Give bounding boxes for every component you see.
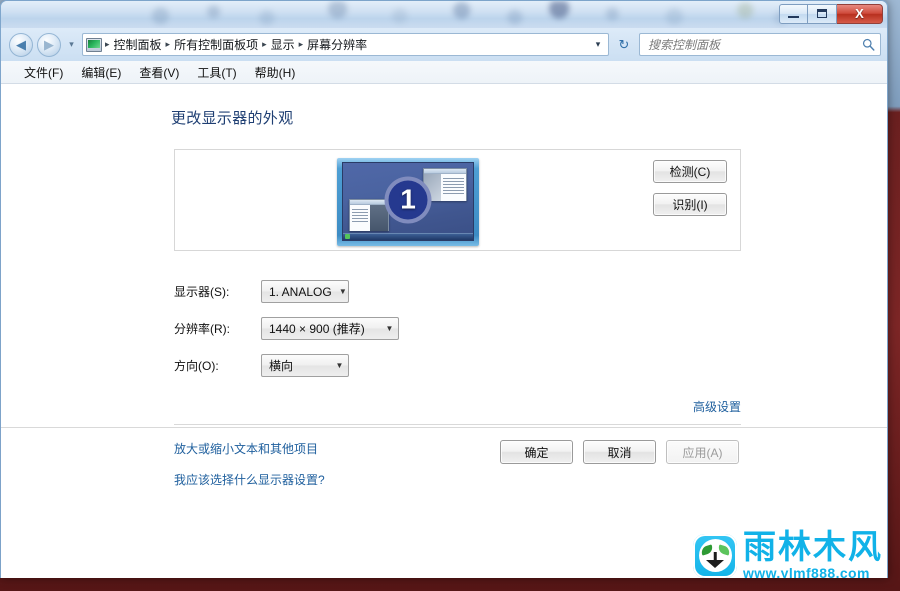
watermark: 雨林木风 www.ylmf888.com [685,524,887,578]
start-button-icon [345,234,350,239]
minimize-button[interactable] [779,3,808,24]
settings-form: 显示器(S): 1. ANALOG ▼ 分辨率(R): 1440 × 900 (… [174,273,887,384]
window-controls: X [779,3,883,24]
menu-bar: 文件(F) 编辑(E) 查看(V) 工具(T) 帮助(H) [1,61,887,84]
close-button[interactable]: X [837,3,883,24]
orientation-row: 方向(O): 横向 ▼ [174,347,887,384]
identify-button[interactable]: 识别(I) [653,193,727,216]
menu-help[interactable]: 帮助(H) [246,61,305,84]
monitor-preview-panel: 1 检测(C) 识别(I) [174,149,741,251]
divider [174,424,741,425]
chevron-down-icon: ▾ [69,39,74,49]
resolution-row: 分辨率(R): 1440 × 900 (推荐) ▼ [174,310,887,347]
search-input[interactable] [648,37,862,52]
chevron-down-icon: ▼ [385,324,394,333]
watermark-logo-icon [693,533,737,578]
display-select[interactable]: 1. ANALOG ▼ [261,280,349,303]
resolution-label: 分辨率(R): [174,322,230,336]
advanced-settings-row: 高级设置 [174,398,741,415]
maximize-button[interactable] [808,3,837,24]
display-row: 显示器(S): 1. ANALOG ▼ [174,273,887,310]
thumbnail-pane-left [350,205,370,231]
display-icon [86,37,102,52]
chevron-down-icon: ▼ [335,361,344,370]
thumbnail-pane-right [369,205,388,231]
which-settings-link[interactable]: 我应该选择什么显示器设置? [174,471,887,488]
monitor-preview[interactable]: 1 [337,158,479,246]
menu-view[interactable]: 查看(V) [130,61,188,84]
detect-button[interactable]: 检测(C) [653,160,727,183]
orientation-select-value: 横向 [269,359,294,373]
maximize-icon [817,9,827,18]
resolution-select[interactable]: 1440 × 900 (推荐) ▼ [261,317,399,340]
recent-locations-button[interactable]: ▾ [65,39,78,50]
breadcrumb-control-panel[interactable]: 控制面板 [111,34,165,55]
apply-button: 应用(A) [666,440,739,464]
cancel-button[interactable]: 取消 [583,440,656,464]
titlebar-blurred-content [1,1,887,28]
resolution-select-value: 1440 × 900 (推荐) [269,322,365,336]
minimize-icon [788,15,799,18]
search-icon [862,38,875,51]
window-thumbnail-left [349,199,389,231]
close-icon: X [855,6,864,21]
back-button[interactable]: ◀ [9,32,33,57]
forward-arrow-icon: ▶ [44,37,54,52]
breadcrumb-all-items[interactable]: 所有控制面板项 [171,34,261,55]
advanced-settings-link[interactable]: 高级设置 [693,398,741,415]
page-title: 更改显示器的外观 [171,110,294,127]
control-panel-window: X ◀ ▶ ▾ ▸ 控制面板 ▸ 所有控制面板项 ▸ 显示 ▸ 屏幕分辨率 ▾ … [0,0,888,578]
footer-divider [1,427,887,428]
footer-buttons: 确定 取消 应用(A) [500,440,739,464]
refresh-icon: ↻ [618,36,630,52]
content-area: 更改显示器的外观 1 检测(C) 识别(I) 显示器(S): 1. ANALOG… [1,84,887,578]
display-label: 显示器(S): [174,285,230,299]
taskbar-strip [343,233,473,240]
monitor-screen: 1 [342,162,474,241]
monitor-frame: 1 [337,158,479,246]
display-select-value: 1. ANALOG [269,284,332,299]
watermark-url: www.ylmf888.com [743,565,870,578]
forward-button[interactable]: ▶ [37,32,61,57]
search-box[interactable] [639,33,881,56]
orientation-label: 方向(O): [174,359,219,373]
thumbnail-pane-right [440,174,466,201]
menu-edit[interactable]: 编辑(E) [72,61,130,84]
breadcrumb-screen-resolution[interactable]: 屏幕分辨率 [304,34,370,55]
address-bar[interactable]: ▸ 控制面板 ▸ 所有控制面板项 ▸ 显示 ▸ 屏幕分辨率 ▾ [82,33,609,56]
ok-button[interactable]: 确定 [500,440,573,464]
menu-tools[interactable]: 工具(T) [188,61,245,84]
navigation-bar: ◀ ▶ ▾ ▸ 控制面板 ▸ 所有控制面板项 ▸ 显示 ▸ 屏幕分辨率 ▾ ↻ [1,28,887,61]
window-titlebar[interactable]: X [1,1,887,28]
breadcrumb-display[interactable]: 显示 [268,34,298,55]
preview-buttons: 检测(C) 识别(I) [653,160,727,216]
watermark-title: 雨林木风 [743,527,883,566]
orientation-select[interactable]: 横向 ▼ [261,354,349,377]
refresh-button[interactable]: ↻ [613,33,635,56]
monitor-number-badge: 1 [384,176,432,224]
back-arrow-icon: ◀ [16,37,26,52]
menu-file[interactable]: 文件(F) [15,61,72,84]
address-dropdown-icon[interactable]: ▾ [590,39,606,50]
chevron-down-icon: ▼ [338,287,347,296]
